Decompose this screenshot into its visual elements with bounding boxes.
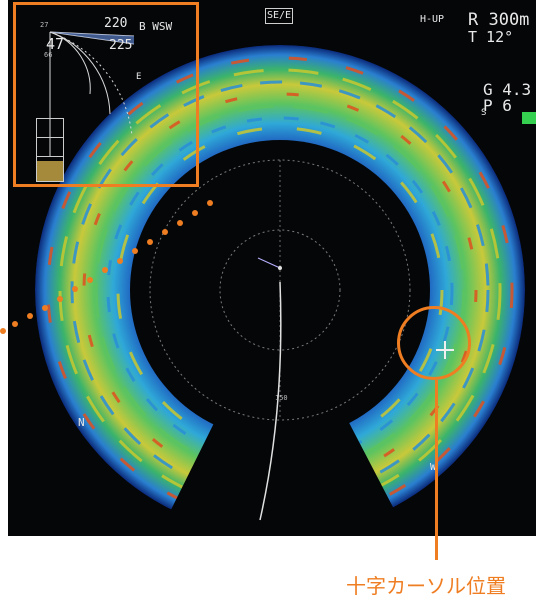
inset-highlight-box xyxy=(13,2,199,187)
range-readout: R 300m xyxy=(468,10,530,30)
cursor-callout-line xyxy=(435,380,438,560)
heading-indicator: SE/E xyxy=(265,8,293,24)
mode-label: H-UP xyxy=(420,14,445,25)
tilt-readout: T 12° xyxy=(468,28,514,46)
bearing-marker-n: N xyxy=(78,416,85,429)
cursor-callout-label: 十字カーソル位置 xyxy=(346,574,506,598)
range-ring-label: 150 xyxy=(275,394,288,402)
pulse-readout: P 6 xyxy=(483,96,512,115)
bearing-marker-s: S xyxy=(481,108,487,118)
cursor-callout-circle xyxy=(397,306,471,380)
status-indicator xyxy=(522,112,536,124)
own-ship-marker xyxy=(278,266,282,270)
